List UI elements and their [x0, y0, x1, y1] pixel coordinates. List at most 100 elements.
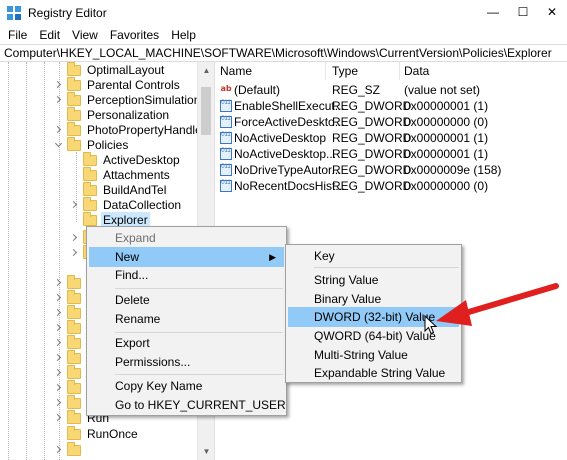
- folder-icon: [67, 62, 81, 76]
- submenu-arrow-icon: ▶: [269, 252, 276, 262]
- tree-item-hidden[interactable]: [54, 394, 85, 411]
- column-header-name[interactable]: Name: [220, 64, 252, 78]
- tree-item-parental-controls[interactable]: Parental Controls: [54, 76, 182, 93]
- menu-item-permissions[interactable]: Permissions...: [89, 352, 284, 372]
- folder-icon: [83, 181, 97, 196]
- scroll-down-icon[interactable]: ▼: [198, 443, 215, 460]
- menu-item-rename[interactable]: Rename: [89, 309, 284, 329]
- folder-icon: [67, 409, 81, 424]
- submenu-item-key[interactable]: Key: [288, 246, 459, 266]
- chevron-right-icon[interactable]: [54, 354, 62, 362]
- folder-icon: [67, 425, 81, 440]
- folder-icon: [67, 319, 81, 334]
- chevron-right-icon[interactable]: [54, 339, 62, 347]
- folder-icon: [67, 121, 81, 136]
- dword-value-icon: 011: [220, 116, 232, 128]
- submenu-item-string-value[interactable]: String Value: [288, 270, 459, 290]
- folder-icon: [67, 91, 81, 106]
- tree-item-hidden[interactable]: [54, 289, 85, 306]
- column-header-type[interactable]: Type: [332, 64, 358, 78]
- folder-icon: [83, 151, 97, 166]
- chevron-right-icon[interactable]: [54, 399, 62, 407]
- menu-file[interactable]: File: [2, 26, 33, 44]
- tree-item-policies[interactable]: Policies: [54, 136, 130, 153]
- address-bar[interactable]: Computer\HKEY_LOCAL_MACHINE\SOFTWARE\Mic…: [0, 44, 567, 62]
- tree-item-activedesktop[interactable]: ActiveDesktop: [70, 151, 182, 168]
- menu-item-new-label: New: [115, 250, 140, 264]
- column-header-data[interactable]: Data: [404, 64, 429, 78]
- minimize-button[interactable]: —: [478, 0, 508, 24]
- list-row[interactable]: ab (Default) REG_SZ (value not set): [216, 82, 567, 98]
- chevron-right-icon[interactable]: [70, 249, 78, 257]
- tree-item-hidden[interactable]: [54, 304, 85, 321]
- folder-icon: [67, 394, 81, 409]
- menu-divider: [115, 374, 283, 375]
- menu-favorites[interactable]: Favorites: [104, 26, 165, 44]
- list-row[interactable]: 011 NoRecentDocsHist... REG_DWORD 0x0000…: [216, 178, 567, 194]
- window-title: Registry Editor: [28, 6, 107, 20]
- menu-item-expand[interactable]: Expand: [89, 228, 284, 248]
- chevron-down-icon[interactable]: [54, 141, 62, 149]
- close-button[interactable]: ✕: [537, 0, 567, 24]
- tree-item-perceptionsimulationext[interactable]: PerceptionSimulationExt: [54, 91, 197, 108]
- chevron-right-icon[interactable]: [54, 414, 62, 422]
- context-menu: Expand New ▶ Find... Delete Rename Expor…: [86, 226, 287, 416]
- scroll-thumb[interactable]: [201, 87, 211, 135]
- tree-item-photopropertyhandler[interactable]: PhotoPropertyHandler: [54, 121, 197, 138]
- list-row[interactable]: 011 NoDriveTypeAutor... REG_DWORD 0x0000…: [216, 162, 567, 178]
- chevron-right-icon[interactable]: [54, 324, 62, 332]
- submenu-item-multi-string-value[interactable]: Multi-String Value: [288, 345, 459, 365]
- menu-item-new[interactable]: New ▶: [89, 247, 284, 267]
- menu-item-copy-key-name[interactable]: Copy Key Name: [89, 376, 284, 396]
- menu-help[interactable]: Help: [165, 26, 202, 44]
- maximize-button[interactable]: ☐: [508, 0, 538, 24]
- folder-icon: [83, 196, 97, 211]
- menu-view[interactable]: View: [66, 26, 104, 44]
- tree-item-hidden[interactable]: [54, 334, 85, 351]
- submenu-item-expandable-string-value[interactable]: Expandable String Value: [288, 363, 459, 383]
- tree-item-datacollection[interactable]: DataCollection: [70, 196, 183, 213]
- tree-item-buildandtel[interactable]: BuildAndTel: [70, 181, 168, 198]
- chevron-right-icon[interactable]: [54, 126, 62, 134]
- tree-item-attachments[interactable]: Attachments: [70, 166, 172, 183]
- folder-icon: [67, 349, 81, 364]
- tree-item-runonce[interactable]: RunOnce: [54, 425, 140, 442]
- list-row[interactable]: 011 EnableShellExecut... REG_DWORD 0x000…: [216, 98, 567, 114]
- chevron-right-icon[interactable]: [54, 446, 62, 454]
- chevron-right-icon[interactable]: [70, 201, 78, 209]
- list-row[interactable]: 011 NoActiveDesktop REG_DWORD 0x00000001…: [216, 130, 567, 146]
- chevron-right-icon[interactable]: [54, 96, 62, 104]
- chevron-right-icon[interactable]: [54, 369, 62, 377]
- string-value-icon: ab: [220, 84, 232, 93]
- chevron-right-icon[interactable]: [54, 279, 62, 287]
- list-row[interactable]: 011 ForceActiveDeskto... REG_DWORD 0x000…: [216, 114, 567, 130]
- chevron-right-icon[interactable]: [70, 234, 78, 242]
- menu-item-find[interactable]: Find...: [89, 265, 284, 285]
- tree-item-personalization[interactable]: Personalization: [54, 106, 171, 123]
- mouse-cursor-icon: [424, 315, 438, 335]
- list-header: Name Type Data: [216, 62, 567, 80]
- tree-item-hidden[interactable]: [54, 379, 85, 396]
- folder-icon: [67, 289, 81, 304]
- dword-value-icon: 011: [220, 180, 232, 192]
- menu-item-export[interactable]: Export: [89, 333, 284, 353]
- folder-icon: [67, 304, 81, 319]
- chevron-right-icon[interactable]: [54, 294, 62, 302]
- tree-item-hidden[interactable]: [54, 274, 85, 291]
- chevron-right-icon[interactable]: [54, 81, 62, 89]
- menu-edit[interactable]: Edit: [33, 26, 66, 44]
- list-row[interactable]: 011 NoActiveDesktop... REG_DWORD 0x00000…: [216, 146, 567, 162]
- folder-icon: [67, 106, 81, 121]
- tree-item-optimallayout[interactable]: OptimalLayout: [54, 62, 166, 78]
- tree-item-hidden[interactable]: [54, 364, 85, 381]
- menu-item-delete[interactable]: Delete: [89, 290, 284, 310]
- chevron-right-icon[interactable]: [54, 309, 62, 317]
- tree-item-hidden[interactable]: [54, 441, 85, 458]
- submenu-item-binary-value[interactable]: Binary Value: [288, 289, 459, 309]
- tree-item-hidden[interactable]: [54, 319, 85, 336]
- chevron-right-icon[interactable]: [54, 384, 62, 392]
- menu-item-goto-hkcu[interactable]: Go to HKEY_CURRENT_USER: [89, 395, 286, 415]
- scroll-up-icon[interactable]: ▲: [198, 62, 215, 79]
- title-bar: Registry Editor — ☐ ✕: [0, 0, 567, 26]
- tree-item-hidden[interactable]: [54, 349, 85, 366]
